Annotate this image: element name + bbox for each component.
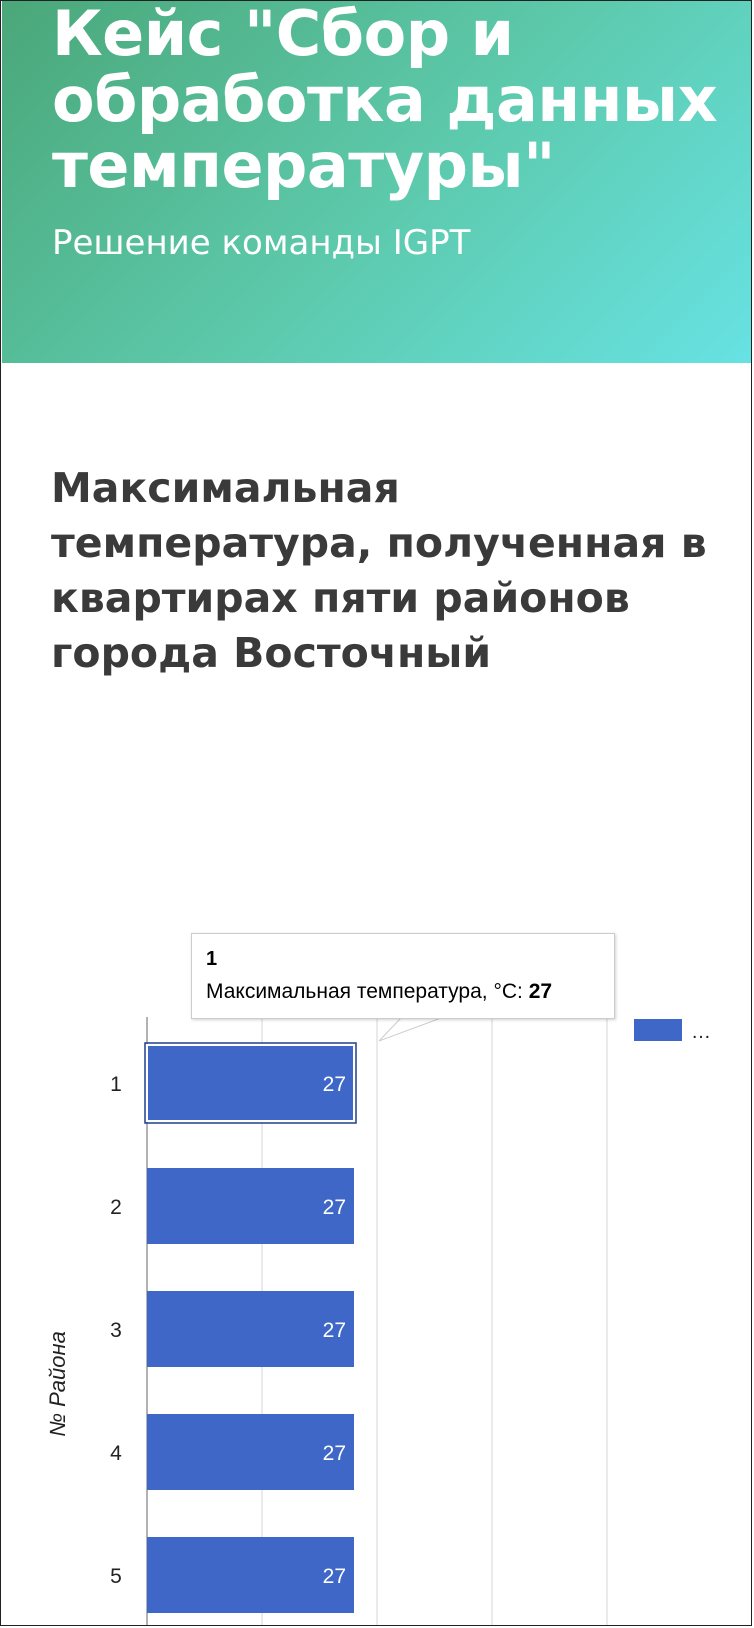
tooltip-category: 1	[206, 948, 218, 970]
bar-data-label: 27	[323, 1319, 346, 1342]
category-label: 2	[110, 1196, 122, 1219]
chart-tooltip: 1 Максимальная температура, °C: 27	[191, 933, 615, 1019]
bar-data-label: 27	[323, 1442, 346, 1465]
category-label: 3	[110, 1319, 122, 1342]
tooltip-value: 27	[528, 980, 553, 1003]
category-label: 4	[110, 1442, 122, 1465]
y-axis-label: № Района	[45, 1331, 70, 1437]
tooltip-value-line: Максимальная температура, °C: 27	[206, 980, 552, 1004]
category-label: 1	[110, 1073, 122, 1096]
bar-data-label: 27	[323, 1565, 346, 1588]
chart-legend[interactable]: …	[634, 1019, 711, 1043]
page-frame: Кейс "Сбор и обработка данных температур…	[0, 0, 752, 1626]
bar-chart: 1 2 3 4 5 27 27 27 27 27 № Района …	[45, 1017, 711, 1625]
bar-data-label: 27	[323, 1196, 346, 1219]
tooltip-pointer	[378, 1017, 442, 1042]
legend-swatch	[634, 1019, 682, 1041]
chart-data-labels: 27 27 27 27 27	[323, 1073, 346, 1588]
legend-label: …	[691, 1021, 711, 1043]
bar-data-label: 27	[323, 1073, 346, 1096]
category-label: 5	[110, 1565, 122, 1588]
tooltip-series-label: Максимальная температура, °C:	[206, 980, 523, 1003]
chart-category-labels: 1 2 3 4 5	[110, 1073, 122, 1588]
